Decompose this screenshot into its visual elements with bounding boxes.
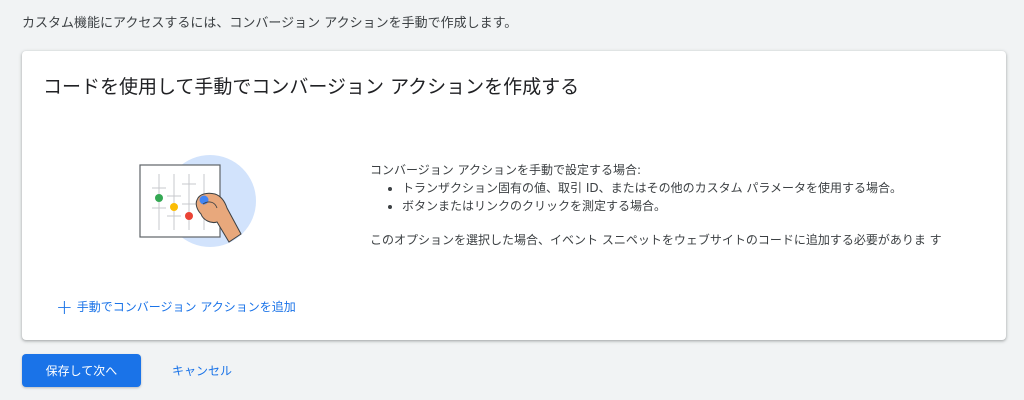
bullet-item: ボタンまたはリンクのクリックを測定する場合。 <box>402 197 985 215</box>
description-bullets: トランザクション固有の値、取引 ID、またはその他のカスタム パラメータを使用す… <box>370 179 985 215</box>
save-and-next-button[interactable]: 保存して次へ <box>22 354 141 387</box>
add-link-label: 手動でコンバージョン アクションを追加 <box>76 300 296 314</box>
cancel-button[interactable]: キャンセル <box>158 354 246 387</box>
add-conversion-action-link[interactable]: + 手動でコンバージョン アクションを追加 <box>56 294 296 319</box>
plus-icon: + <box>56 294 73 319</box>
bullet-item: トランザクション固有の値、取引 ID、またはその他のカスタム パラメータを使用す… <box>402 179 985 197</box>
slider-knob-green <box>155 194 163 202</box>
description-note: このオプションを選択した場合、イベント スニペットをウェブサイトのコードに追加す… <box>370 233 942 247</box>
slider-knob-yellow <box>170 203 178 211</box>
description-lead: コンバージョン アクションを手動で設定する場合: <box>370 163 642 177</box>
description: コンバージョン アクションを手動で設定する場合: トランザクション固有の値、取引… <box>370 161 985 249</box>
card-title: コードを使用して手動でコンバージョン アクションを作成する <box>43 76 580 98</box>
slider-knob-red <box>185 212 193 220</box>
conversion-action-card: コードを使用して手動でコンバージョン アクションを作成する コンバージョン アク… <box>22 51 1006 340</box>
intro-text: カスタム機能にアクセスするには、コンバージョン アクションを手動で作成します。 <box>22 16 518 31</box>
adjustment-sliders-illustration <box>139 155 256 247</box>
